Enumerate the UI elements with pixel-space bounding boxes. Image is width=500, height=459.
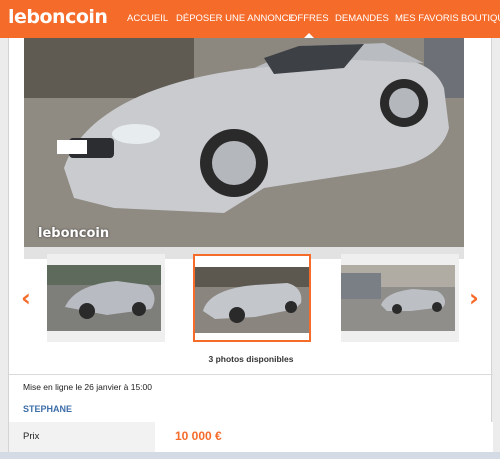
leboncoin-logo[interactable]: leboncoin — [8, 6, 108, 28]
main-photo[interactable]: leboncoin — [24, 38, 464, 247]
nav-offres[interactable]: OFFRES — [290, 0, 329, 38]
divider — [9, 374, 493, 375]
listing-card: leboncoin ‹ › 3 photos disponibles Mise … — [8, 38, 493, 452]
price-box: 10 000 € — [155, 422, 493, 452]
posted-date: Mise en ligne le 26 janvier à 15:00 — [23, 382, 152, 392]
nav-deposer-annonce[interactable]: DÉPOSER UNE ANNONCE — [176, 0, 295, 38]
thumbnail-2[interactable] — [193, 254, 311, 342]
thumbnail-photo-1 — [47, 265, 161, 331]
nav-boutiques[interactable]: BOUTIQU — [461, 0, 500, 38]
top-navigation-bar: leboncoin ACCUEIL DÉPOSER UNE ANNONCE OF… — [0, 0, 500, 38]
nav-accueil[interactable]: ACCUEIL — [127, 0, 168, 38]
price-row: Prix 10 000 € — [9, 422, 493, 452]
chevron-right-icon[interactable]: › — [469, 284, 485, 312]
price-label: Prix — [23, 431, 40, 442]
seller-name[interactable]: STEPHANE — [23, 404, 72, 414]
photo-watermark: leboncoin — [38, 226, 110, 241]
chevron-left-icon[interactable]: ‹ — [21, 284, 37, 312]
thumbnail-1[interactable] — [47, 254, 165, 342]
photos-count: 3 photos disponibles — [208, 354, 294, 364]
thumbnail-photo-3 — [341, 265, 455, 331]
thumbnail-3[interactable] — [341, 254, 459, 342]
nav-demandes[interactable]: DEMANDES — [335, 0, 389, 38]
os-taskbar — [0, 452, 500, 459]
price-value: 10 000 € — [175, 429, 222, 443]
car-photo-illustration — [24, 38, 464, 247]
nav-mes-favoris[interactable]: MES FAVORIS — [395, 0, 459, 38]
thumbnail-photo-2 — [195, 267, 309, 333]
